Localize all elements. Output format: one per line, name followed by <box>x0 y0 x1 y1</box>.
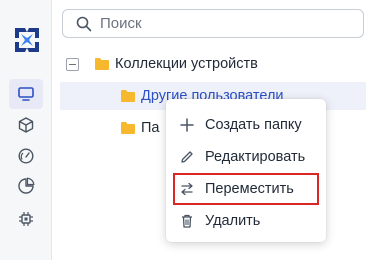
menu-item-label: Создать папку <box>205 117 302 133</box>
sidebar-item-hardware[interactable] <box>9 204 43 234</box>
sidebar <box>0 0 52 260</box>
speedometer-icon <box>18 148 34 164</box>
tree-node-label: Коллекции устройств <box>115 56 258 72</box>
search-input[interactable] <box>100 15 363 32</box>
folder-icon <box>95 58 109 70</box>
context-menu: Создать папку Редактировать Переместить … <box>166 99 326 242</box>
move-arrows-icon <box>181 182 193 196</box>
move-menu-item[interactable]: Переместить <box>173 173 319 205</box>
pie-chart-icon <box>18 177 35 194</box>
sidebar-item-packages[interactable] <box>9 110 43 140</box>
collapse-toggle-icon[interactable] <box>66 57 79 71</box>
logo-icon[interactable] <box>14 27 40 53</box>
trash-icon <box>182 214 192 228</box>
menu-item-label: Удалить <box>205 213 261 229</box>
folder-icon <box>121 90 135 102</box>
cube-icon <box>18 117 34 133</box>
create-folder-menu-item[interactable]: Создать папку <box>166 109 326 141</box>
chip-icon <box>19 212 33 226</box>
sidebar-item-devices[interactable] <box>9 79 43 109</box>
pencil-icon <box>181 151 193 163</box>
folder-icon <box>121 122 135 134</box>
edit-menu-item[interactable]: Редактировать <box>166 141 326 173</box>
sidebar-item-reports[interactable] <box>9 171 43 201</box>
sidebar-item-monitoring[interactable] <box>9 141 43 171</box>
menu-item-label: Редактировать <box>205 149 306 165</box>
plus-icon <box>180 118 194 132</box>
delete-menu-item[interactable]: Удалить <box>166 205 326 237</box>
search-icon <box>76 16 92 31</box>
tree-node-root[interactable]: Коллекции устройств <box>66 50 366 78</box>
monitor-icon <box>18 87 34 101</box>
tree-node-label: Па <box>141 120 160 136</box>
search-box[interactable] <box>62 9 364 38</box>
menu-item-label: Переместить <box>205 181 294 197</box>
